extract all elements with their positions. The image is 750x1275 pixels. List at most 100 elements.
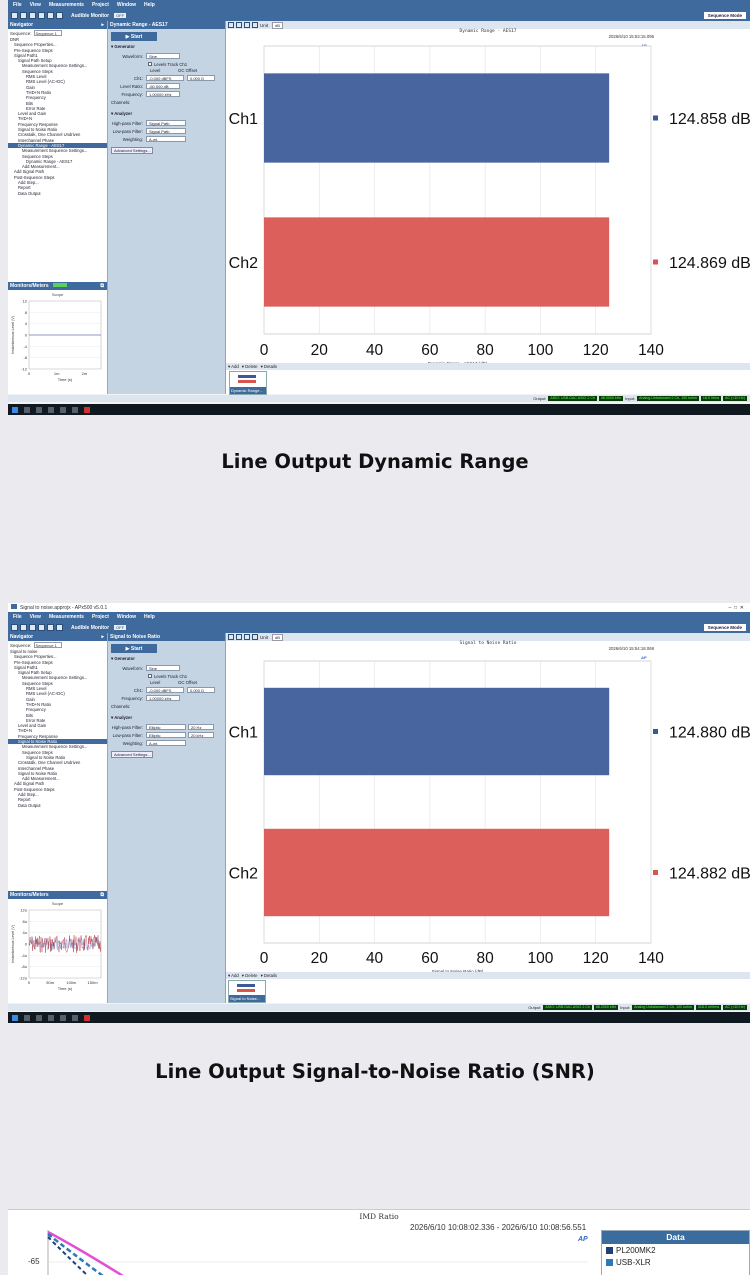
apx-icon[interactable] [84, 406, 90, 413]
audible-monitor-badge[interactable]: OFF [114, 13, 127, 18]
generator-section[interactable]: ▾ Generator [111, 656, 222, 662]
add-tab-button[interactable]: ▾ Add [228, 973, 239, 979]
audible-monitor-label[interactable]: Audible Monitor [71, 625, 109, 631]
legend-item[interactable]: USB-XLR [602, 1256, 749, 1268]
input-range[interactable]: 18.0 Vrms [700, 396, 722, 401]
menu-window[interactable]: Window [117, 614, 136, 620]
explorer-icon[interactable] [48, 406, 54, 413]
menu-measurements[interactable]: Measurements [49, 614, 84, 620]
undo-icon[interactable] [38, 624, 45, 631]
input-device[interactable]: Analog Unbalanced 2 Ch, 100 kohm [632, 1005, 694, 1010]
lowpass-select[interactable]: Elliptic [146, 732, 186, 738]
start-button[interactable]: ▶ Start [111, 32, 157, 41]
open-icon[interactable] [20, 624, 27, 631]
save-icon[interactable] [29, 624, 36, 631]
levels-track-checkbox[interactable] [148, 674, 152, 678]
window-controls[interactable]: – □ ✕ [728, 605, 744, 611]
tree-item[interactable]: Data Output [8, 191, 107, 196]
output-device[interactable]: ASIO: USB DAC ASIO 2 Ch [548, 396, 597, 401]
result-thumbnail[interactable]: Dynamic Range... [229, 371, 267, 395]
app-icon[interactable] [72, 1014, 78, 1021]
ch1-level-input[interactable]: -0.000 dBFS [146, 75, 184, 81]
menu-measurements[interactable]: Measurements [49, 2, 84, 8]
ch1-dc-input[interactable]: 0.000 D [187, 75, 215, 81]
weighting-select[interactable]: A-wt. [146, 740, 186, 746]
taskview-icon[interactable] [36, 406, 42, 413]
save-icon[interactable] [29, 12, 36, 19]
lowpass-freq-input[interactable]: 20 kHz [188, 732, 214, 738]
output-device[interactable]: ASIO: USB DAC ASIO 2 Ch [543, 1005, 592, 1010]
menu-project[interactable]: Project [92, 2, 109, 8]
sequence-select[interactable]: Sequence 1 [33, 642, 62, 648]
undo-icon[interactable] [38, 12, 45, 19]
menu-window[interactable]: Window [117, 2, 136, 8]
highpass-select[interactable]: Signal Path [146, 120, 186, 126]
details-tab-button[interactable]: ▾ Details [261, 364, 278, 370]
app-icon[interactable] [72, 406, 78, 413]
ch1-dc-input[interactable]: 0.000 D [187, 687, 215, 693]
frequency-input[interactable]: 1.00000 kHz [146, 91, 180, 97]
weighting-select[interactable]: A-wt. [146, 136, 186, 142]
analyzer-section[interactable]: ▾ Analyzer [111, 111, 222, 117]
output-rate[interactable]: 88.2000 kHz [593, 1005, 619, 1010]
browser-icon[interactable] [60, 1014, 66, 1021]
frequency-input[interactable]: 1.00000 kHz [146, 695, 180, 701]
browser-icon[interactable] [60, 406, 66, 413]
menu-view[interactable]: View [30, 2, 41, 8]
ch1-level-input[interactable]: -0.000 dBFS [146, 687, 184, 693]
advanced-settings-button[interactable]: Advanced Settings... [111, 147, 153, 154]
pin-icon[interactable]: ▸ [101, 22, 104, 28]
details-tab-button[interactable]: ▾ Details [261, 973, 278, 979]
advanced-settings-button[interactable]: Advanced Settings... [111, 751, 153, 758]
taskview-icon[interactable] [36, 1014, 42, 1021]
redo-icon[interactable] [47, 624, 54, 631]
expand-icon[interactable]: ⧉ [100, 283, 104, 289]
explorer-icon[interactable] [48, 1014, 54, 1021]
sequence-mode-button[interactable]: Sequence Mode [703, 12, 746, 19]
settings-icon[interactable] [56, 624, 63, 631]
tree-item[interactable]: Data Output [8, 803, 107, 808]
settings-icon[interactable] [56, 12, 63, 19]
generator-section[interactable]: ▾ Generator [111, 44, 222, 50]
apx-icon[interactable] [84, 1014, 90, 1021]
menu-help[interactable]: Help [144, 614, 155, 620]
menu-view[interactable]: View [30, 614, 41, 620]
monitor-status-badge[interactable] [52, 283, 67, 287]
delete-tab-button[interactable]: ▾ Delete [242, 364, 258, 370]
waveform-select[interactable]: Sine [146, 665, 180, 671]
analyzer-section[interactable]: ▾ Analyzer [111, 715, 222, 721]
result-thumbnail[interactable]: Signal to Noise... [228, 980, 266, 1003]
menu-file[interactable]: File [13, 614, 22, 620]
level-ratio-input[interactable]: -60.000 dB [146, 83, 180, 89]
input-device[interactable]: Analog Unbalanced 2 Ch, 100 kohm [637, 396, 699, 401]
menu-file[interactable]: File [13, 2, 22, 8]
legend-item[interactable]: PL200MK2 [602, 1244, 749, 1256]
lowpass-select[interactable]: Signal Path [146, 128, 186, 134]
audible-monitor-label[interactable]: Audible Monitor [71, 13, 109, 19]
input-coupling[interactable]: AC (<10 Hz) [723, 396, 747, 401]
sequence-select[interactable]: Sequence 1 [33, 30, 62, 36]
levels-track-checkbox[interactable] [148, 62, 152, 66]
highpass-select[interactable]: Elliptic [146, 724, 186, 730]
redo-icon[interactable] [47, 12, 54, 19]
delete-tab-button[interactable]: ▾ Delete [242, 973, 258, 979]
expand-icon[interactable]: ⧉ [100, 892, 104, 898]
search-icon[interactable] [24, 1014, 30, 1021]
start-button[interactable]: ▶ Start [111, 644, 157, 653]
pin-icon[interactable]: ▸ [101, 634, 104, 640]
audible-monitor-badge[interactable]: OFF [114, 625, 127, 630]
windows-start-icon[interactable] [12, 406, 18, 413]
new-icon[interactable] [11, 12, 18, 19]
menu-help[interactable]: Help [144, 2, 155, 8]
sequence-mode-button[interactable]: Sequence Mode [703, 624, 746, 631]
input-range[interactable]: 318.0 mVrms [695, 1005, 722, 1010]
output-rate[interactable]: 48.0000 kHz [598, 396, 624, 401]
highpass-freq-input[interactable]: 20 Hz [188, 724, 214, 730]
open-icon[interactable] [20, 12, 27, 19]
menu-project[interactable]: Project [92, 614, 109, 620]
input-coupling[interactable]: AC (<10 Hz) [723, 1005, 747, 1010]
add-tab-button[interactable]: ▾ Add [228, 364, 239, 370]
search-icon[interactable] [24, 406, 30, 413]
windows-start-icon[interactable] [12, 1014, 18, 1021]
new-icon[interactable] [11, 624, 18, 631]
